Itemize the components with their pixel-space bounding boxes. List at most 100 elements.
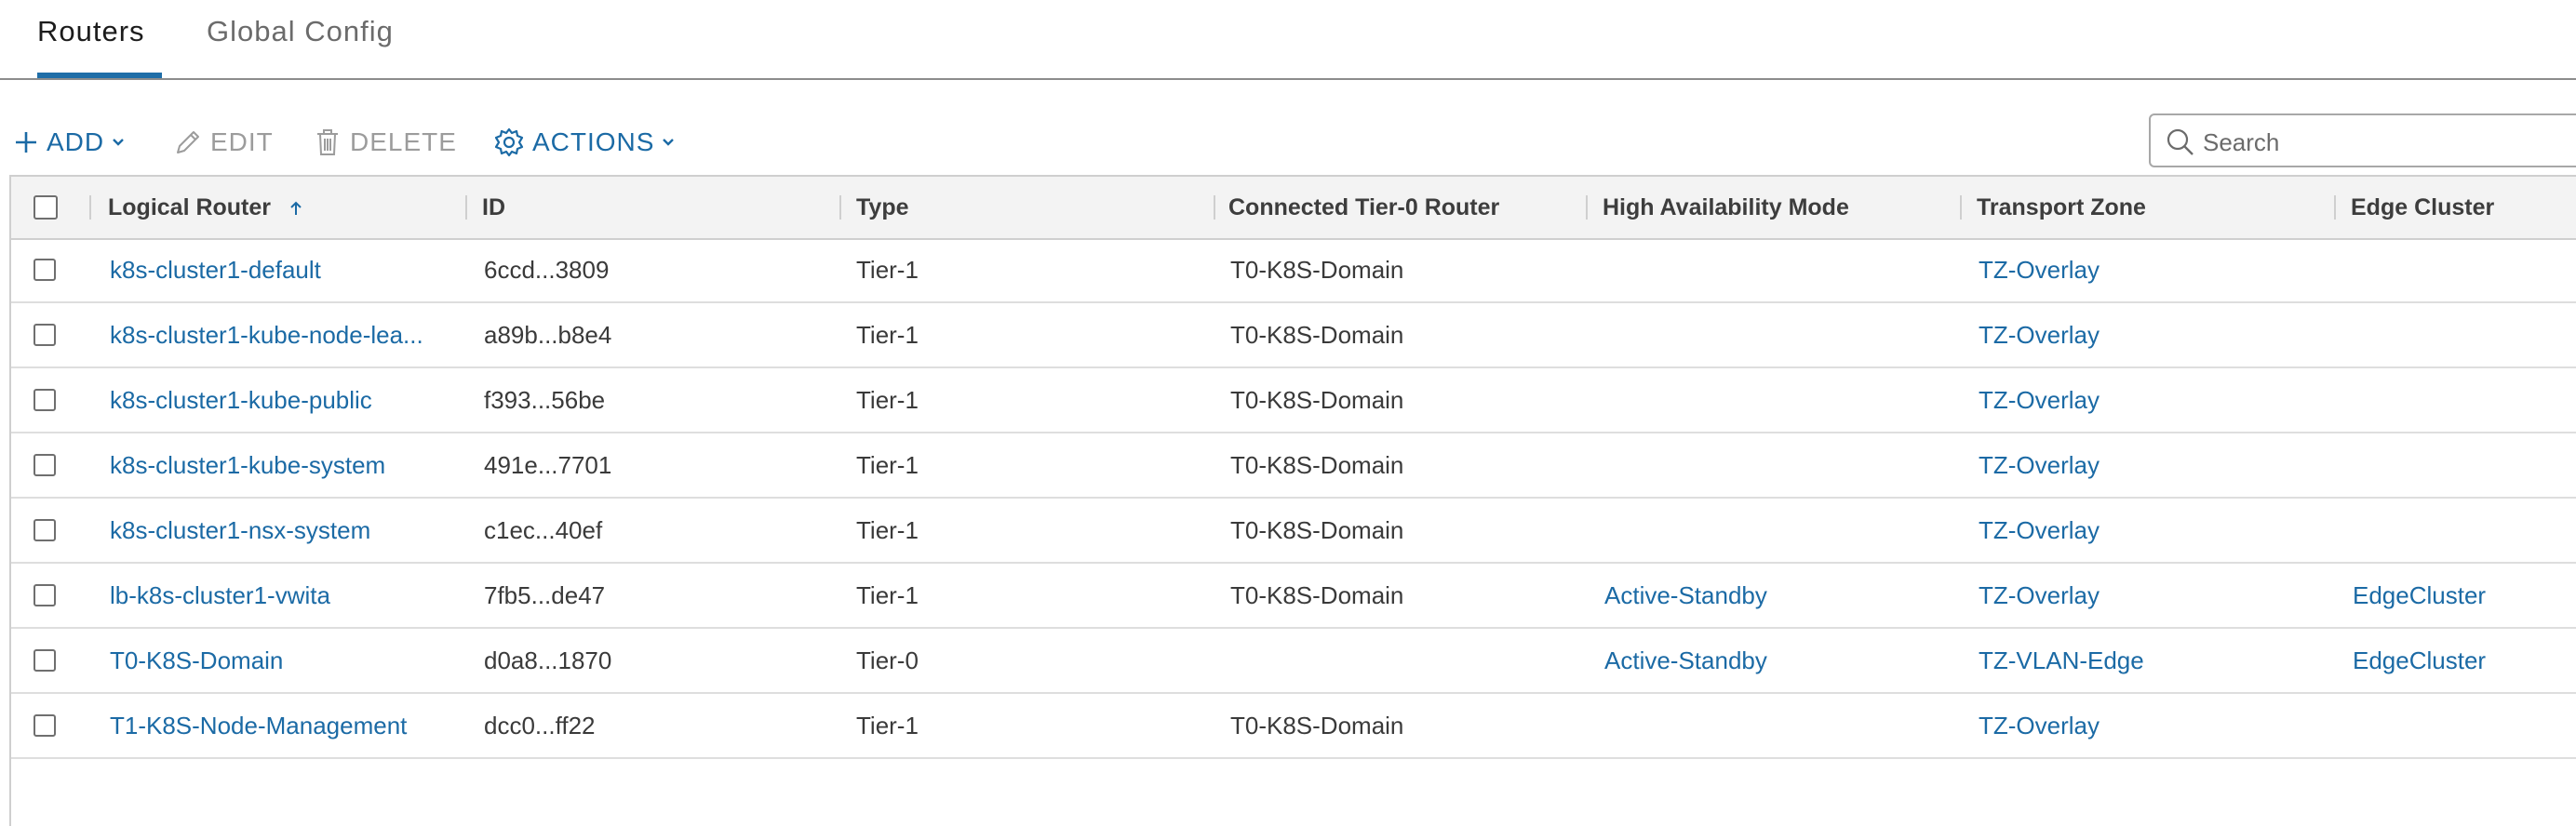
select-all-checkbox[interactable]: [34, 195, 58, 220]
connected-tier0: T0-K8S-Domain: [1230, 451, 1404, 479]
router-name-link[interactable]: k8s-cluster1-nsx-system: [110, 499, 370, 562]
add-label: ADD: [47, 127, 105, 156]
column-separator: [839, 195, 841, 220]
row-checkbox[interactable]: [34, 324, 56, 346]
table-row[interactable]: lb-k8s-cluster1-vwita 7fb5...de47 Tier-1…: [11, 564, 2576, 629]
table-row[interactable]: k8s-cluster1-default 6ccd...3809 Tier-1 …: [11, 238, 2576, 303]
column-header-id[interactable]: ID: [482, 177, 505, 238]
table-row[interactable]: T0-K8S-Domain d0a8...1870 Tier-0 Active-…: [11, 629, 2576, 694]
column-separator: [465, 195, 467, 220]
column-header-transport-zone[interactable]: Transport Zone: [1977, 177, 2146, 238]
transport-zone-link[interactable]: TZ-Overlay: [1979, 694, 2100, 757]
edge-cluster-link[interactable]: EdgeCluster: [2353, 629, 2486, 692]
delete-label: DELETE: [350, 127, 457, 156]
tab-global-config[interactable]: Global Config: [207, 15, 394, 48]
connected-tier0: T0-K8S-Domain: [1230, 256, 1404, 284]
router-id: f393...56be: [484, 386, 606, 414]
transport-zone-link[interactable]: TZ-Overlay: [1979, 499, 2100, 562]
table-row[interactable]: k8s-cluster1-kube-public f393...56be Tie…: [11, 368, 2576, 433]
plus-icon: [16, 132, 36, 153]
column-separator: [89, 195, 91, 220]
column-header-tier0-router[interactable]: Connected Tier-0 Router: [1228, 177, 1499, 238]
column-separator: [1960, 195, 1962, 220]
router-id: 6ccd...3809: [484, 256, 610, 284]
edge-cluster-link[interactable]: EdgeCluster: [2353, 564, 2486, 627]
router-id: 7fb5...de47: [484, 581, 606, 609]
router-type: Tier-1: [856, 712, 919, 739]
routers-table: Logical Router ID Type Connected Tier-0 …: [9, 175, 2576, 826]
column-separator: [1586, 195, 1588, 220]
row-checkbox[interactable]: [34, 454, 56, 476]
transport-zone-link[interactable]: TZ-Overlay: [1979, 368, 2100, 432]
column-header-logical-router[interactable]: Logical Router: [108, 177, 303, 238]
trash-icon: [317, 129, 338, 155]
router-type: Tier-0: [856, 646, 919, 674]
column-header-type[interactable]: Type: [856, 177, 909, 238]
edit-button[interactable]: EDIT: [173, 127, 274, 158]
row-checkbox[interactable]: [34, 259, 56, 281]
edit-label: EDIT: [210, 127, 274, 156]
row-checkbox[interactable]: [34, 584, 56, 606]
search-box: [2149, 113, 2576, 167]
row-checkbox[interactable]: [34, 389, 56, 411]
router-type: Tier-1: [856, 256, 919, 284]
transport-zone-link[interactable]: TZ-Overlay: [1979, 433, 2100, 497]
connected-tier0: T0-K8S-Domain: [1230, 321, 1404, 349]
chevron-down-icon: [663, 139, 675, 146]
column-separator: [1214, 195, 1215, 220]
router-type: Tier-1: [856, 386, 919, 414]
router-type: Tier-1: [856, 451, 919, 479]
sort-ascending-icon: [290, 201, 302, 216]
connected-tier0: T0-K8S-Domain: [1230, 516, 1404, 544]
transport-zone-link[interactable]: TZ-Overlay: [1979, 564, 2100, 627]
column-header-label: Logical Router: [108, 194, 272, 220]
router-type: Tier-1: [856, 581, 919, 609]
table-row[interactable]: k8s-cluster1-nsx-system c1ec...40ef Tier…: [11, 499, 2576, 564]
router-name-link[interactable]: k8s-cluster1-kube-public: [110, 368, 372, 432]
ha-mode-link[interactable]: Active-Standby: [1604, 629, 1767, 692]
router-id: a89b...b8e4: [484, 321, 612, 349]
tab-routers[interactable]: Routers: [37, 15, 145, 48]
router-id: dcc0...ff22: [484, 712, 596, 739]
router-id: d0a8...1870: [484, 646, 612, 674]
transport-zone-link[interactable]: TZ-VLAN-Edge: [1979, 629, 2144, 692]
actions-label: ACTIONS: [532, 127, 655, 156]
ha-mode-link[interactable]: Active-Standby: [1604, 564, 1767, 627]
router-name-link[interactable]: T1-K8S-Node-Management: [110, 694, 407, 757]
router-type: Tier-1: [856, 516, 919, 544]
row-checkbox[interactable]: [34, 519, 56, 541]
router-name-link[interactable]: T0-K8S-Domain: [110, 629, 283, 692]
router-id: 491e...7701: [484, 451, 612, 479]
search-icon: [2167, 128, 2194, 155]
search-input[interactable]: [2201, 125, 2558, 160]
chevron-down-icon: [113, 139, 124, 146]
column-header-edge-cluster[interactable]: Edge Cluster: [2351, 177, 2494, 238]
active-tab-indicator: [37, 73, 162, 78]
table-row[interactable]: k8s-cluster1-kube-node-lea... a89b...b8e…: [11, 303, 2576, 368]
tab-bar: Routers Global Config: [0, 0, 2576, 80]
column-separator: [2334, 195, 2336, 220]
row-checkbox[interactable]: [34, 714, 56, 737]
toolbar: ADD EDIT DELETE ACTIONS: [0, 113, 2576, 169]
router-type: Tier-1: [856, 321, 919, 349]
router-name-link[interactable]: k8s-cluster1-kube-node-lea...: [110, 303, 423, 366]
table-row[interactable]: k8s-cluster1-kube-system 491e...7701 Tie…: [11, 433, 2576, 499]
row-checkbox[interactable]: [34, 649, 56, 672]
table-header: Logical Router ID Type Connected Tier-0 …: [11, 177, 2576, 240]
router-name-link[interactable]: k8s-cluster1-default: [110, 238, 321, 301]
router-name-link[interactable]: k8s-cluster1-kube-system: [110, 433, 385, 497]
connected-tier0: T0-K8S-Domain: [1230, 386, 1404, 414]
gear-icon: [494, 127, 524, 157]
router-name-link[interactable]: lb-k8s-cluster1-vwita: [110, 564, 330, 627]
transport-zone-link[interactable]: TZ-Overlay: [1979, 303, 2100, 366]
router-id: c1ec...40ef: [484, 516, 603, 544]
delete-button[interactable]: DELETE: [315, 127, 457, 158]
connected-tier0: T0-K8S-Domain: [1230, 712, 1404, 739]
transport-zone-link[interactable]: TZ-Overlay: [1979, 238, 2100, 301]
table-row[interactable]: T1-K8S-Node-Management dcc0...ff22 Tier-…: [11, 694, 2576, 759]
connected-tier0: T0-K8S-Domain: [1230, 581, 1404, 609]
actions-button[interactable]: ACTIONS: [493, 127, 675, 158]
add-button[interactable]: ADD: [13, 127, 125, 158]
pencil-icon: [177, 131, 199, 153]
column-header-ha-mode[interactable]: High Availability Mode: [1603, 177, 1849, 238]
